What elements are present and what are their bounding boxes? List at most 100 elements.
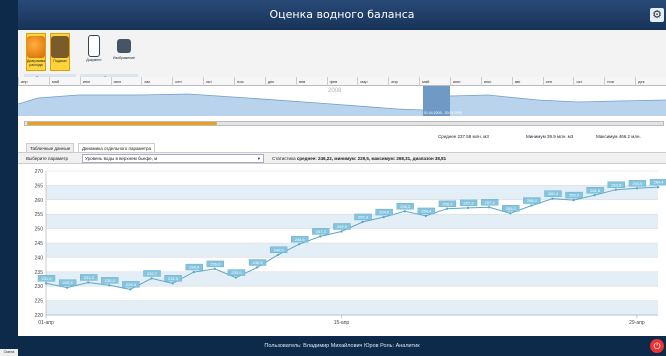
data-label: 231,3 <box>84 275 95 280</box>
parameter-row: Выберите параметр Уровень воды в верхнем… <box>18 152 666 164</box>
timeline-navigator[interactable]: апр май июн июл авг сен окт ноя дек янв фев мар апр м… <box>18 77 666 132</box>
y-tick-label: 250 <box>35 227 44 233</box>
data-label: 229,5 <box>63 280 74 285</box>
timeline-area-chart: 2008 01.04.2009 - 30.04.2009 <box>18 86 666 116</box>
grid-band <box>46 243 658 258</box>
data-label: 240,9 <box>274 247 285 252</box>
data-point <box>593 193 596 197</box>
data-label: 255,3 <box>506 206 517 211</box>
timeline-month-9: янв <box>295 77 327 86</box>
flow-diagram-button[interactable]: Диаграмма расхода <box>26 33 46 71</box>
timeline-month-2: июн <box>79 77 111 86</box>
data-label: 247,3 <box>316 229 327 234</box>
timeline-year-label: 2008 <box>328 88 342 94</box>
data-label: 256,0 <box>400 204 411 209</box>
data-label: 230,3 <box>105 278 116 283</box>
timeline-month-16: авг <box>511 77 543 86</box>
summary-stats: Среднее 237.58 млн. м3 Минимум 39.9 млн.… <box>18 132 666 142</box>
y-tick-label: 265 <box>35 183 44 189</box>
data-label: 228,9 <box>126 282 137 287</box>
parameter-line-chart: 220 225 230 235 240 245 250 255 260 265 270 01-апр 1… <box>35 169 666 326</box>
data-label: 264,0 <box>632 181 643 186</box>
hint-button[interactable]: Подсказ <box>50 33 70 71</box>
parameter-statistics-values: среднее: 246,22, минимум: 229,5, максиму… <box>296 156 447 161</box>
timeline-month-4: авг <box>141 77 172 86</box>
data-label: 260,4 <box>548 191 559 196</box>
data-point <box>361 220 364 224</box>
data-point <box>635 187 639 190</box>
ribbon-group-view: Диаграмма расхода Подсказ Представление <box>24 33 76 81</box>
data-label: 264,4 <box>653 180 664 185</box>
min-stat: Минимум 39.9 млн. м3 <box>526 134 574 139</box>
data-label: 257,4 <box>485 200 496 205</box>
settings-icon[interactable]: ⚙ <box>650 8 664 22</box>
x-tick-label: 01-апр <box>38 320 54 326</box>
data-point <box>551 197 554 200</box>
data-point <box>87 281 90 284</box>
parameter-select[interactable]: Уровень воды в верхнем бьефе, м ▾ <box>82 154 264 163</box>
x-tick-label: 29-апр <box>629 320 645 326</box>
y-tick-label: 260 <box>35 198 44 204</box>
document-icon <box>88 35 100 57</box>
data-label: 234,9 <box>189 265 200 270</box>
ribbon-group-report: Документ Изображение Отчет <box>80 33 138 81</box>
power-icon[interactable]: ⏻ <box>650 339 664 353</box>
data-label: 261,6 <box>590 188 601 193</box>
corner-button[interactable]: Смена <box>0 349 18 356</box>
timeline-month-14: июн <box>450 77 481 86</box>
y-tick-label: 230 <box>35 284 44 290</box>
avg-stat: Среднее 237.58 млн. м3 <box>438 134 489 139</box>
data-label: 231,0 <box>168 276 179 281</box>
tab-parameter-dynamics[interactable]: Динамика отдельного параметра <box>78 143 155 152</box>
data-point <box>276 253 280 257</box>
timeline-month-0: апр <box>18 77 49 86</box>
data-label: 263,5 <box>611 182 622 187</box>
timeline-month-20: дек <box>635 77 666 86</box>
title-bar: Оценка водного баланса ⚙ <box>18 0 666 30</box>
data-label: 254,4 <box>421 209 432 214</box>
hint-icon <box>51 36 69 58</box>
data-label: 249,0 <box>337 224 348 229</box>
y-tick-label: 240 <box>35 255 44 261</box>
timeline-month-17: сен <box>542 77 574 86</box>
y-tick-label: 225 <box>35 299 44 305</box>
max-stat: Максимум 466.2 млн. <box>596 134 641 139</box>
data-point <box>530 204 533 207</box>
timeline-month-10: фев <box>326 77 358 86</box>
y-tick-label: 245 <box>35 241 44 247</box>
user-info: Пользователь: Владимир Михайлович Юров Р… <box>264 343 420 349</box>
timeline-month-8: дек <box>264 77 296 86</box>
data-point <box>192 270 195 274</box>
data-point <box>255 266 259 269</box>
timeline-month-1: май <box>48 77 80 86</box>
tab-table-data[interactable]: Табличные данные <box>26 143 75 152</box>
document-button[interactable]: Документ <box>84 33 104 71</box>
timeline-month-3: июл <box>110 77 142 86</box>
grid-band <box>46 300 658 315</box>
data-point <box>108 284 111 287</box>
y-tick-label: 255 <box>35 212 44 218</box>
image-button[interactable]: Изображение <box>112 33 136 71</box>
parameter-statistics: Статистика среднее: 246,22, минимум: 229… <box>272 156 447 161</box>
parameter-select-value: Уровень воды в верхнем бьефе, м <box>85 156 158 161</box>
timeline-scroll-thumb[interactable] <box>27 122 217 125</box>
data-label: 236,5 <box>253 260 264 265</box>
data-point <box>487 206 491 209</box>
data-point <box>340 230 343 233</box>
data-point <box>614 188 617 191</box>
data-label: 233,0 <box>231 270 242 275</box>
data-point <box>150 277 153 280</box>
camera-icon <box>117 39 131 53</box>
timeline-month-19: ноя <box>604 77 635 86</box>
data-point <box>234 276 238 279</box>
y-tick-label: 235 <box>35 270 44 276</box>
timeline-month-18: окт <box>573 77 604 86</box>
data-point <box>509 212 512 215</box>
data-point <box>298 242 301 246</box>
x-tick-label: 15-апр <box>334 320 350 326</box>
data-label: 258,0 <box>527 198 538 203</box>
data-point <box>319 235 322 238</box>
timeline-scrollbar[interactable] <box>24 121 664 126</box>
timeline-month-5: сен <box>172 77 203 86</box>
data-label: 259,9 <box>569 193 580 198</box>
